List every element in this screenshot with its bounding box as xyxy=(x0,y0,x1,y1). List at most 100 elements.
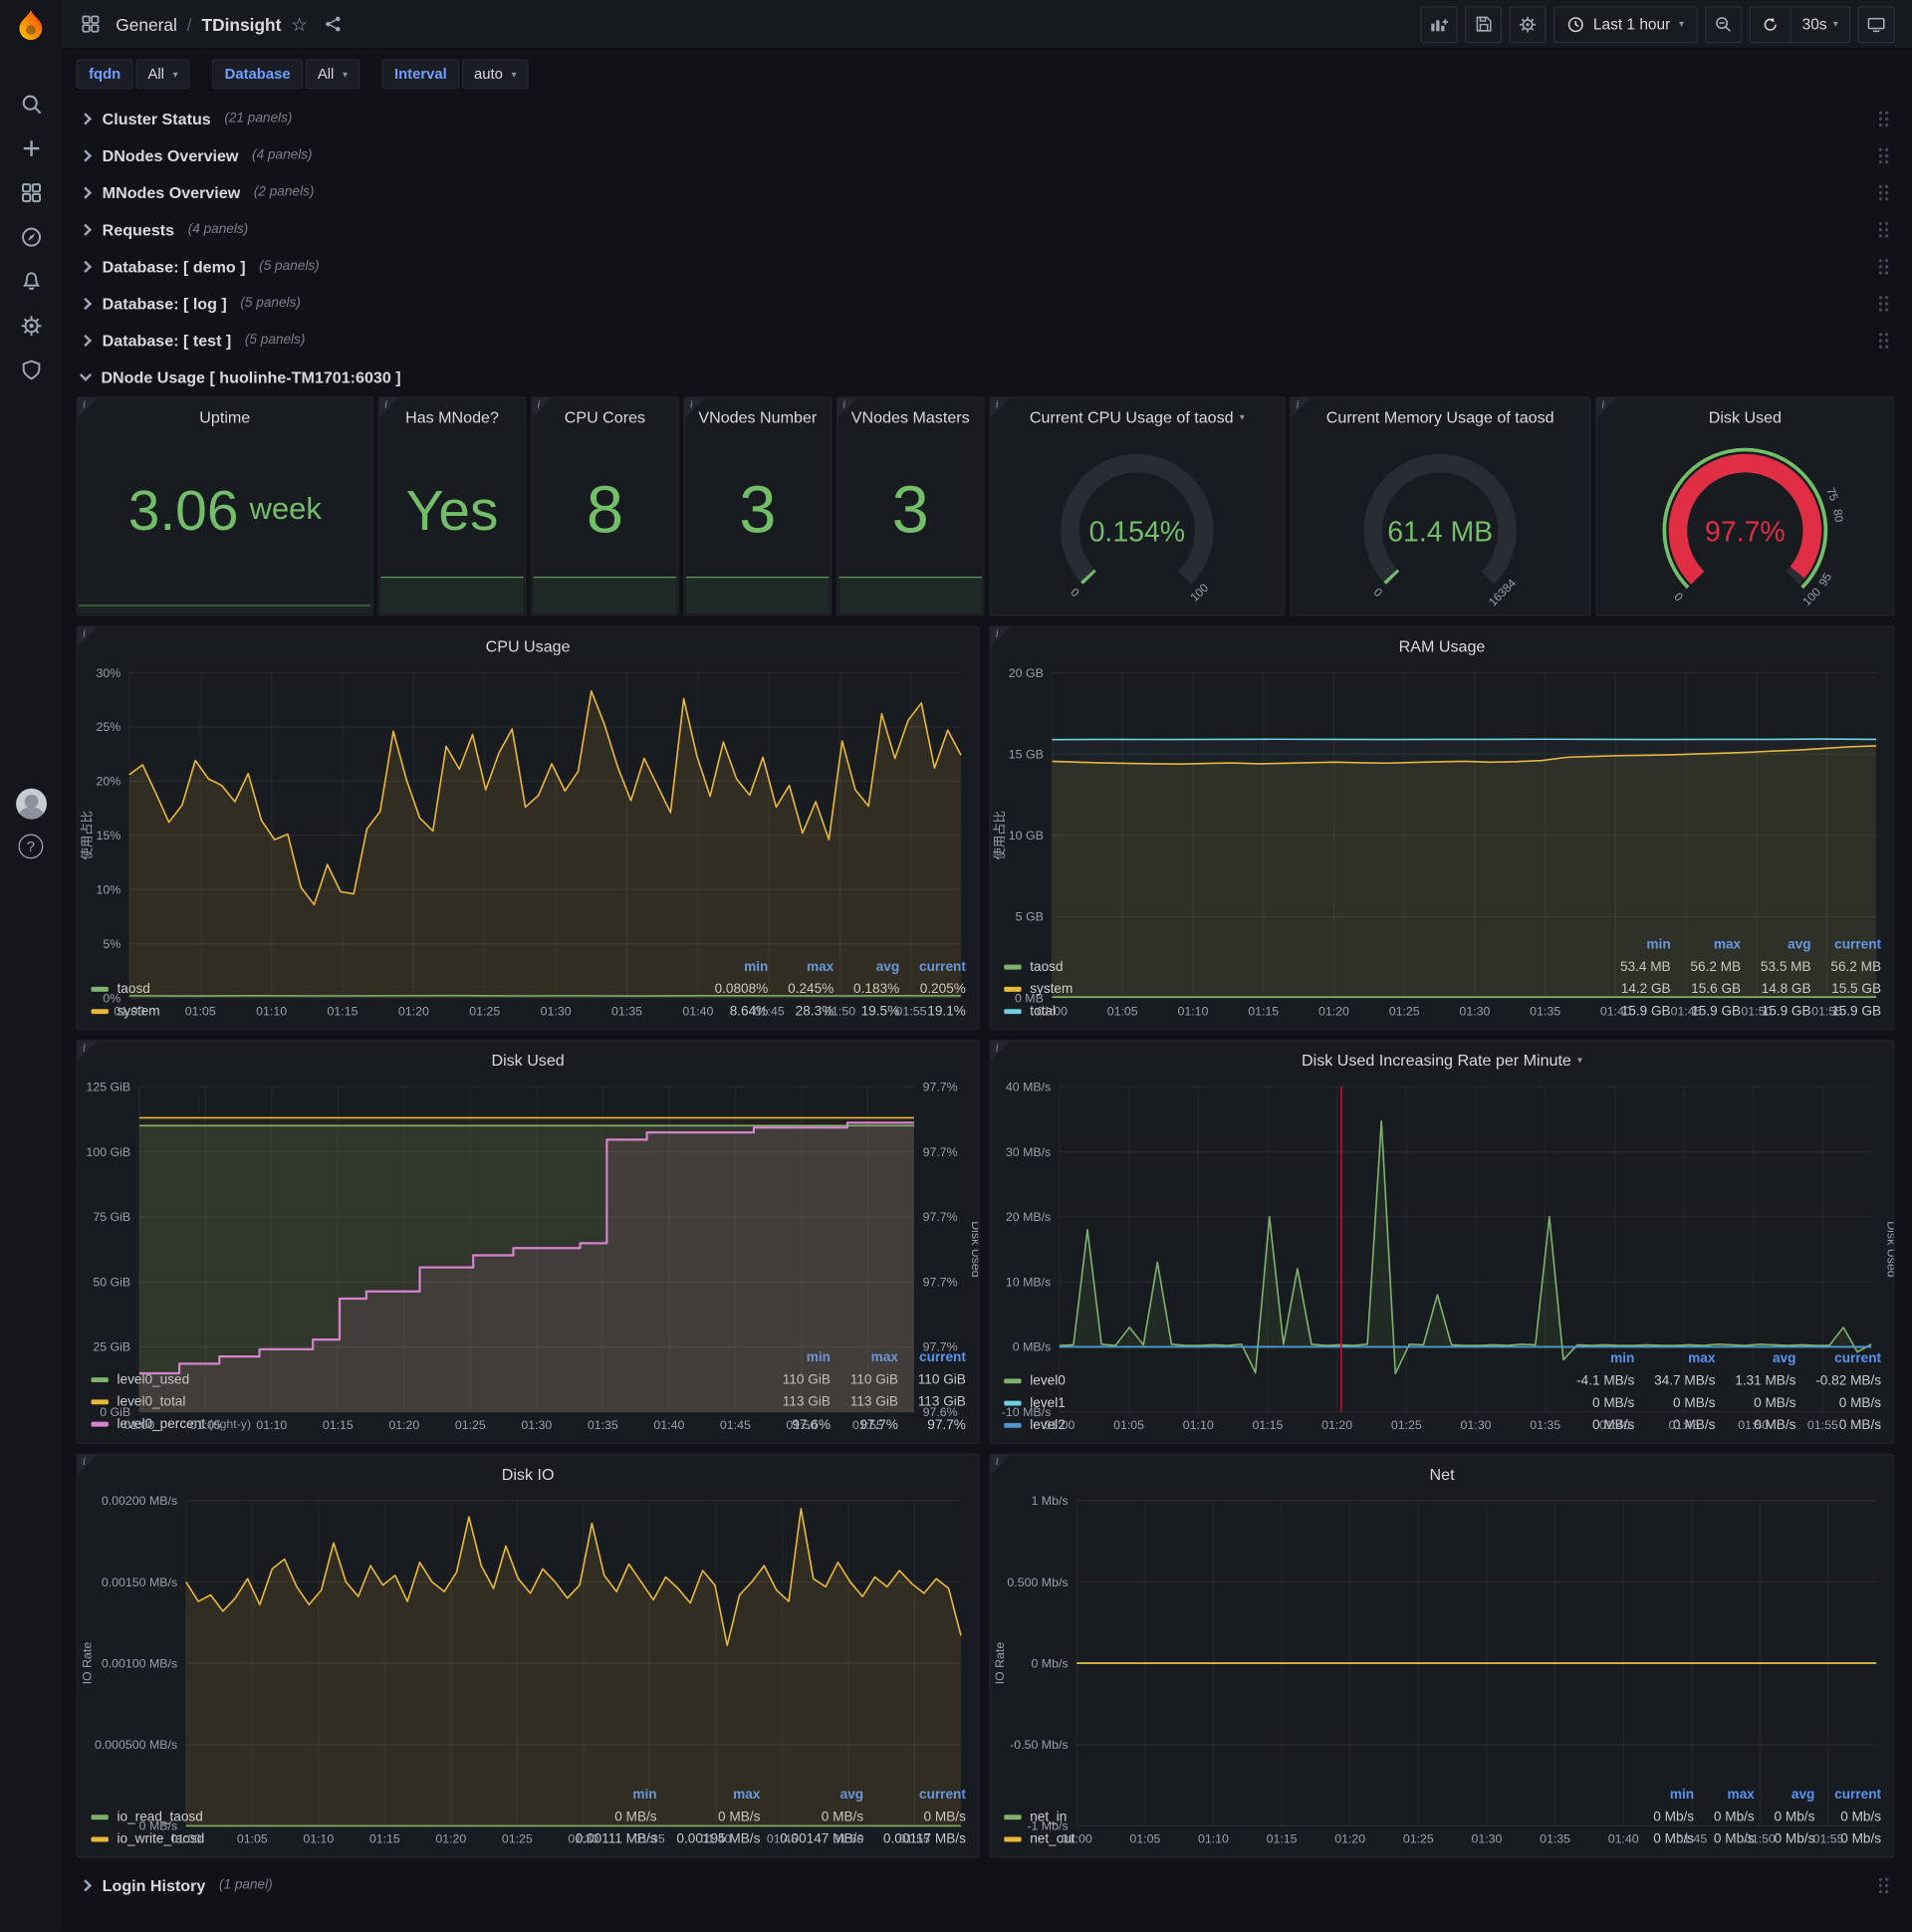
panel-info-icon[interactable]: i xyxy=(77,626,98,647)
row-database-demo[interactable]: Database: [ demo ] (5 panels) xyxy=(77,249,1895,284)
svg-text:01:15: 01:15 xyxy=(323,1418,354,1432)
grafana-logo-icon[interactable] xyxy=(12,9,49,46)
share-icon[interactable] xyxy=(318,8,350,40)
refresh-icon[interactable] xyxy=(1751,7,1791,42)
drag-handle-icon[interactable] xyxy=(1877,294,1890,313)
row-database-test[interactable]: Database: [ test ] (5 panels) xyxy=(77,323,1895,358)
time-range-picker[interactable]: Last 1 hour ▾ xyxy=(1554,5,1698,43)
variable-database-value[interactable]: All ▾ xyxy=(305,59,360,90)
variable-fqdn-value[interactable]: All ▾ xyxy=(135,59,190,90)
favorite-star-icon[interactable]: ☆ xyxy=(291,13,308,35)
user-avatar[interactable] xyxy=(15,788,47,820)
svg-text:0 MB/s: 0 MB/s xyxy=(139,1819,177,1833)
save-dashboard-icon[interactable] xyxy=(1465,5,1503,43)
row-login-history[interactable]: Login History (1 panel) xyxy=(77,1867,1895,1902)
add-panel-icon[interactable] xyxy=(1420,5,1458,43)
panel-title[interactable]: Disk Used xyxy=(78,1045,978,1075)
panel-info-icon[interactable]: i xyxy=(990,626,1011,647)
ram-usage-chart[interactable]: 0 MB 5 GB 10 GB 15 GB 20 GB 01:00 01:05 01:10 01… xyxy=(991,660,1894,1018)
alerting-bell-icon[interactable] xyxy=(17,267,44,294)
dashboard-settings-gear-icon[interactable] xyxy=(1509,5,1547,43)
panel-info-icon[interactable]: i xyxy=(532,397,553,418)
panel-info-icon[interactable]: i xyxy=(77,1455,98,1475)
disk-used-chart[interactable]: 0 GiB 25 GiB 50 GiB 75 GiB 100 GiB 125 GiB 97.… xyxy=(78,1075,978,1432)
row-cluster-status[interactable]: Cluster Status (21 panels) xyxy=(77,101,1895,135)
cpu-usage-chart[interactable]: 0% 5% 10% 15% 20% 25% 30% 01:00 01:05 01:10 01:15 0… xyxy=(78,660,978,1018)
panel-info-icon[interactable]: i xyxy=(1596,397,1617,418)
svg-text:01:55: 01:55 xyxy=(852,1418,883,1432)
row-database-log[interactable]: Database: [ log ] (5 panels) xyxy=(77,286,1895,321)
create-plus-icon[interactable] xyxy=(17,134,44,161)
panel-title[interactable]: VNodes Number xyxy=(685,401,831,431)
panel-info-icon[interactable]: i xyxy=(990,1041,1011,1062)
panel-info-icon[interactable]: i xyxy=(379,397,399,418)
svg-text:01:50: 01:50 xyxy=(1745,1832,1776,1846)
panel-title[interactable]: Net xyxy=(991,1459,1894,1489)
row-dnodes-overview[interactable]: DNodes Overview (4 panels) xyxy=(77,138,1895,173)
panel-info-icon[interactable]: i xyxy=(77,1041,98,1062)
drag-handle-icon[interactable] xyxy=(1877,219,1890,239)
svg-text:0.00100 MB/s: 0.00100 MB/s xyxy=(102,1656,177,1670)
panel-title[interactable]: Disk Used xyxy=(1596,401,1893,431)
panel-info-icon[interactable]: i xyxy=(1291,397,1312,418)
svg-text:01:15: 01:15 xyxy=(1252,1418,1283,1432)
panel-title[interactable]: CPU Cores xyxy=(532,401,677,431)
explore-compass-icon[interactable] xyxy=(17,223,44,250)
sidebar: ? xyxy=(0,0,62,1932)
drag-handle-icon[interactable] xyxy=(1877,256,1890,276)
panel-menu-icon[interactable]: ▾ xyxy=(1577,1054,1582,1065)
disk-rate-chart[interactable]: -10 MB/s 0 MB/s 10 MB/s 20 MB/s 30 MB/s 40 MB… xyxy=(991,1075,1894,1432)
panel-info-icon[interactable]: i xyxy=(684,397,705,418)
refresh-interval-select[interactable]: 30s ▾ xyxy=(1790,6,1849,42)
svg-text:01:30: 01:30 xyxy=(521,1418,552,1432)
row-requests[interactable]: Requests (4 panels) xyxy=(77,212,1895,247)
panel-title[interactable]: Has MNode? xyxy=(379,401,525,431)
row-mnodes-overview[interactable]: MNodes Overview (2 panels) xyxy=(77,175,1895,210)
svg-text:0.500 Mb/s: 0.500 Mb/s xyxy=(1007,1575,1068,1589)
breadcrumb-page-title[interactable]: TDinsight xyxy=(202,14,282,34)
sparkline xyxy=(686,576,830,614)
disk-io-chart[interactable]: 0 MB/s 0.000500 MB/s 0.00100 MB/s 0.00150 M… xyxy=(78,1488,978,1846)
drag-handle-icon[interactable] xyxy=(1877,145,1890,165)
panel-title[interactable]: Uptime xyxy=(78,401,372,431)
net-chart[interactable]: -1 Mb/s -0.50 Mb/s 0 Mb/s 0.500 Mb/s 1 Mb/s 0… xyxy=(991,1488,1894,1846)
svg-text:97.7%: 97.7% xyxy=(923,1340,958,1354)
panel-title[interactable]: RAM Usage xyxy=(991,630,1894,660)
server-admin-shield-icon[interactable] xyxy=(17,357,44,383)
configuration-gear-icon[interactable] xyxy=(17,312,44,339)
dashboard-grid-icon[interactable] xyxy=(74,8,106,40)
svg-text:125 GiB: 125 GiB xyxy=(86,1080,130,1093)
svg-text:01:30: 01:30 xyxy=(1461,1418,1492,1432)
panel-info-icon[interactable]: i xyxy=(837,397,858,418)
svg-text:30%: 30% xyxy=(96,666,120,680)
help-icon[interactable]: ? xyxy=(18,834,44,859)
panel-ram-usage: i RAM Usage 0 MB 5 GB 10 GB 15 GB 20 GB 01:00… xyxy=(989,625,1895,1031)
panel-title[interactable]: VNodes Masters xyxy=(837,401,983,431)
panel-menu-icon[interactable]: ▾ xyxy=(1240,411,1245,422)
drag-handle-icon[interactable] xyxy=(1877,109,1890,128)
panel-title[interactable]: CPU Usage xyxy=(78,630,978,660)
dashboards-icon[interactable] xyxy=(17,178,44,205)
drag-handle-icon[interactable] xyxy=(1877,182,1890,202)
row-dnode-usage[interactable]: DNode Usage [ huolinhe-TM1701:6030 ] xyxy=(77,360,1895,394)
svg-text:01:45: 01:45 xyxy=(1669,1418,1700,1432)
svg-text:0.00150 MB/s: 0.00150 MB/s xyxy=(102,1575,177,1589)
panel-title[interactable]: Disk IO xyxy=(78,1459,978,1489)
panel-cpu-cores: i CPU Cores 8 xyxy=(531,396,679,616)
panel-title[interactable]: Current Memory Usage of taosd xyxy=(1291,401,1588,431)
panel-title[interactable]: Current CPU Usage of taosd ▾ xyxy=(991,401,1284,431)
svg-text:97.6%: 97.6% xyxy=(923,1405,958,1419)
breadcrumb-section[interactable]: General xyxy=(116,14,177,34)
search-icon[interactable] xyxy=(17,90,44,117)
panel-info-icon[interactable]: i xyxy=(990,397,1011,418)
svg-text:01:25: 01:25 xyxy=(455,1418,486,1432)
panel-uptime: i Uptime 3.06 week xyxy=(76,396,373,616)
drag-handle-icon[interactable] xyxy=(1877,331,1890,350)
panel-info-icon[interactable]: i xyxy=(990,1455,1011,1475)
drag-handle-icon[interactable] xyxy=(1877,1875,1890,1895)
panel-title[interactable]: Disk Used Increasing Rate per Minute ▾ xyxy=(991,1045,1894,1075)
cycle-view-monitor-icon[interactable] xyxy=(1857,5,1895,43)
zoom-out-icon[interactable] xyxy=(1704,5,1743,43)
panel-info-icon[interactable]: i xyxy=(77,397,98,418)
variable-interval-value[interactable]: auto ▾ xyxy=(461,59,529,90)
